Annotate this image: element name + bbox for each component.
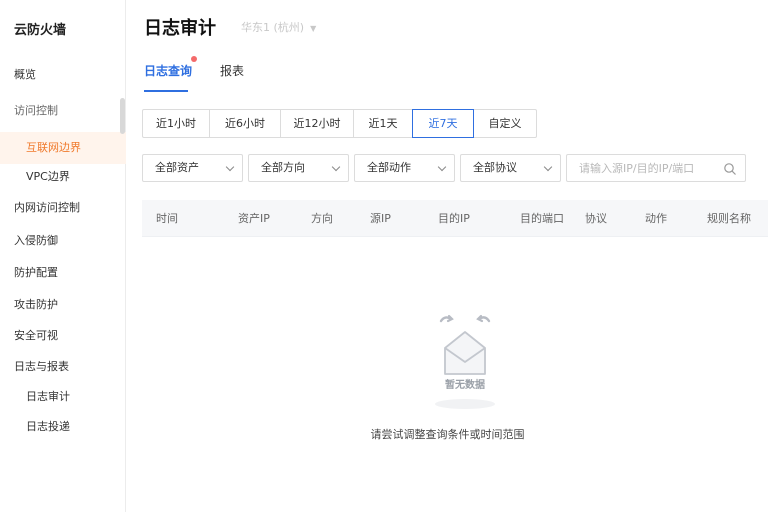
main-content: 日志审计 华东1 (杭州) ▼ 日志查询 报表 近1小时 近6小时 近12小时 近… [127, 0, 768, 512]
region-selector[interactable]: 华东1 (杭州) ▼ [241, 19, 316, 35]
table-header: 时间 资产IP 方向 源IP 目的IP 目的端口 协议 动作 规则名称 [142, 200, 768, 237]
column-header-asset-ip: 资产IP [238, 212, 270, 225]
column-header-rule-name: 规则名称 [707, 212, 751, 225]
time-custom-button[interactable]: 自定义 [473, 109, 537, 138]
empty-illustration-label: 暂无数据 [445, 378, 485, 391]
time-6h-button[interactable]: 近6小时 [209, 109, 281, 138]
column-header-direction: 方向 [311, 212, 333, 225]
asset-filter-select[interactable]: 全部资产 [142, 154, 243, 182]
tab-reports[interactable]: 报表 [220, 62, 244, 79]
time-1h-button[interactable]: 近1小时 [142, 109, 210, 138]
column-header-source-ip: 源IP [370, 212, 391, 225]
action-filter-label: 全部动作 [367, 161, 411, 174]
chevron-down-icon [543, 162, 553, 172]
search-icon[interactable] [723, 162, 737, 176]
chevron-down-icon [331, 162, 341, 172]
search-box [566, 154, 746, 182]
time-12h-button[interactable]: 近12小时 [280, 109, 354, 138]
sidebar-item-intrusion-prevention[interactable]: 入侵防御 [0, 225, 126, 257]
chevron-down-icon: ▼ [310, 24, 317, 33]
time-1d-button[interactable]: 近1天 [353, 109, 413, 138]
page-title: 日志审计 [144, 18, 216, 39]
action-filter-select[interactable]: 全部动作 [354, 154, 455, 182]
sidebar-item-access-control[interactable]: 访问控制 [0, 95, 126, 127]
time-range-group: 近1小时 近6小时 近12小时 近1天 近7天 自定义 [142, 109, 537, 138]
brand-title: 云防火墙 [14, 23, 67, 38]
chevron-down-icon [437, 162, 447, 172]
new-badge-dot [191, 56, 197, 62]
sidebar-item-log-audit[interactable]: 日志审计 [0, 381, 126, 413]
time-7d-button[interactable]: 近7天 [412, 109, 474, 138]
sidebar-item-protection-config[interactable]: 防护配置 [0, 257, 126, 289]
column-header-time: 时间 [156, 212, 178, 225]
tab-log-query[interactable]: 日志查询 [144, 62, 192, 79]
chevron-down-icon [225, 162, 235, 172]
tab-active-underline [144, 90, 188, 92]
column-header-protocol: 协议 [585, 212, 607, 225]
asset-filter-label: 全部资产 [155, 161, 199, 174]
sidebar-item-attack-protection[interactable]: 攻击防护 [0, 289, 126, 321]
column-header-dest-ip: 目的IP [438, 212, 470, 225]
region-label: 华东1 (杭州) [241, 21, 305, 34]
column-header-dest-port: 目的端口 [520, 212, 564, 225]
sidebar-item-overview[interactable]: 概览 [0, 59, 126, 91]
direction-filter-select[interactable]: 全部方向 [248, 154, 349, 182]
column-header-action: 动作 [645, 212, 667, 225]
sidebar-item-intranet-access[interactable]: 内网访问控制 [0, 192, 126, 224]
sidebar-item-log-delivery[interactable]: 日志投递 [0, 411, 126, 443]
sidebar: 云防火墙 概览 访问控制 互联网边界 VPC边界 内网访问控制 入侵防御 防护配… [0, 0, 126, 512]
direction-filter-label: 全部方向 [261, 161, 305, 174]
protocol-filter-label: 全部协议 [473, 161, 517, 174]
sidebar-scrollbar[interactable] [120, 98, 125, 134]
sidebar-item-vpc-border[interactable]: VPC边界 [0, 161, 126, 193]
sidebar-item-logs-reports[interactable]: 日志与报表 [0, 351, 126, 383]
protocol-filter-select[interactable]: 全部协议 [460, 154, 561, 182]
empty-data-icon: 暂无数据 [435, 314, 495, 409]
sidebar-item-internet-border[interactable]: 互联网边界 [0, 132, 126, 164]
sidebar-item-security-visibility[interactable]: 安全可视 [0, 320, 126, 352]
search-input[interactable] [579, 160, 719, 176]
empty-state-message: 请尝试调整查询条件或时间范围 [370, 428, 525, 441]
